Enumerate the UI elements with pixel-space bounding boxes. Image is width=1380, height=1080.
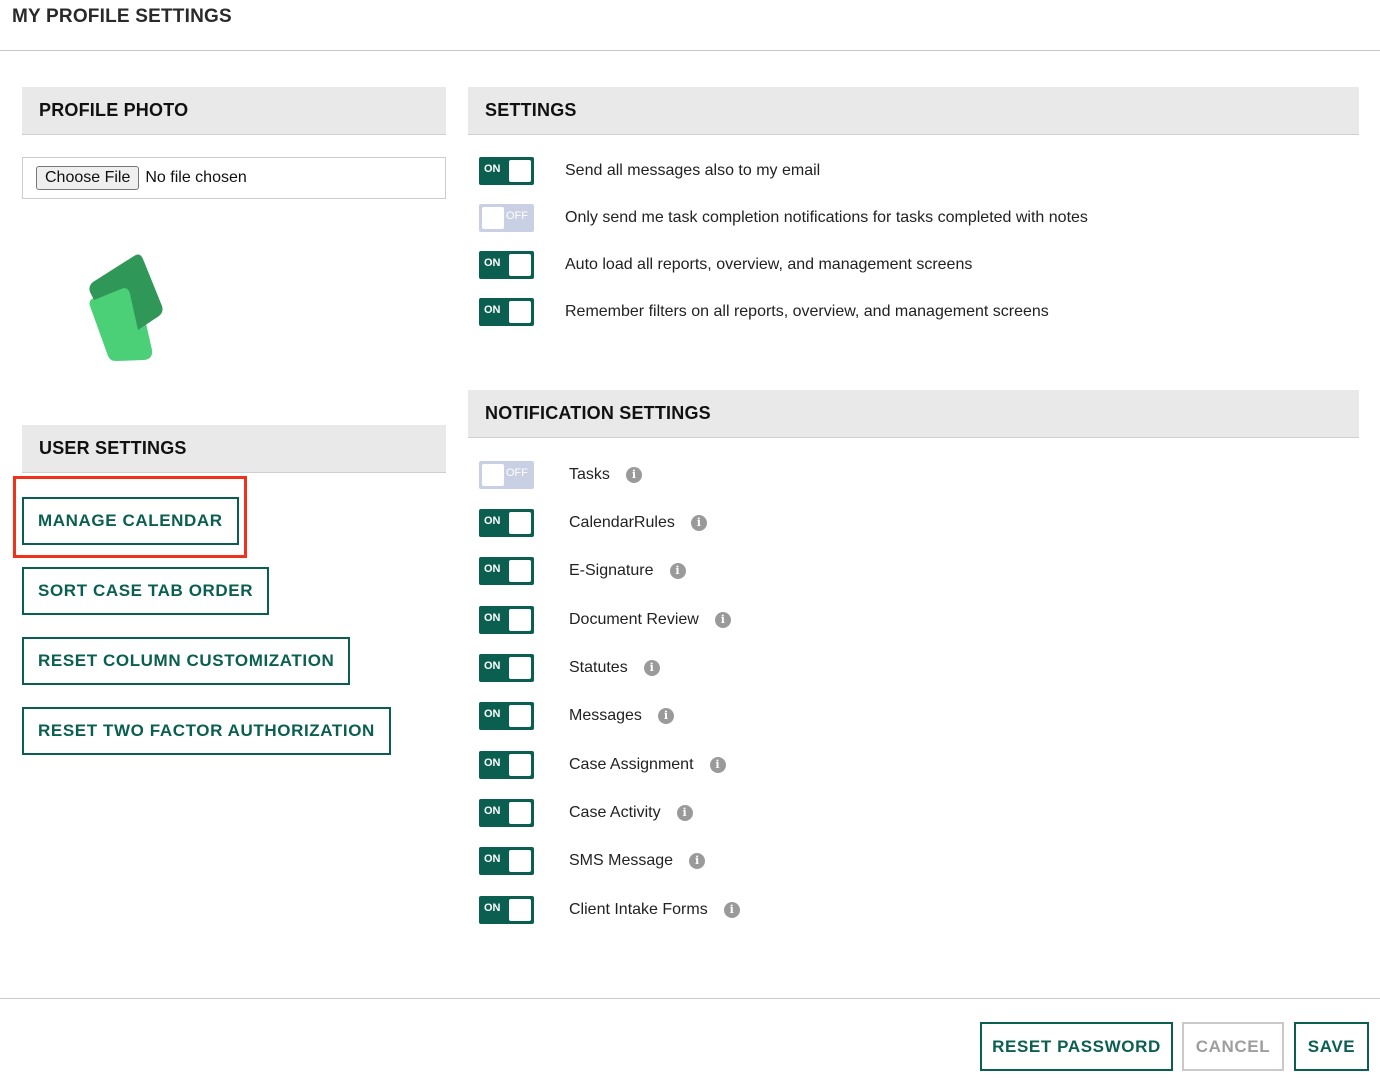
reset-column-customization-button[interactable]: RESET COLUMN CUSTOMIZATION: [22, 637, 351, 685]
settings-heading: SETTINGS: [468, 87, 1359, 135]
notification-toggle-esignature[interactable]: ON: [479, 557, 534, 585]
setting-toggle-auto-load[interactable]: ON: [479, 251, 534, 279]
toggle-state: ON: [484, 257, 501, 269]
toggle-knob: [509, 657, 531, 679]
notification-row: ON CalendarRules i: [479, 508, 707, 538]
toggle-knob: [509, 512, 531, 534]
toggle-knob: [482, 464, 504, 486]
notification-label: Statutes: [569, 659, 628, 676]
info-icon[interactable]: i: [723, 902, 740, 918]
notification-row: ON Client Intake Forms i: [479, 895, 740, 925]
notification-label: Client Intake Forms: [569, 901, 708, 918]
setting-row: OFF Only send me task completion notific…: [479, 203, 1088, 233]
file-input[interactable]: Choose File No file chosen: [22, 157, 446, 199]
save-button[interactable]: SAVE: [1294, 1022, 1369, 1071]
choose-file-button[interactable]: Choose File: [36, 166, 140, 190]
setting-row: ON Auto load all reports, overview, and …: [479, 250, 972, 280]
notification-row: OFF Tasks i: [479, 460, 642, 490]
setting-toggle-remember-filters[interactable]: ON: [479, 298, 534, 326]
setting-toggle-email[interactable]: ON: [479, 157, 534, 185]
profile-photo-logo: [89, 254, 163, 361]
notification-row: ON Case Activity i: [479, 798, 693, 828]
notification-toggle-sms-message[interactable]: ON: [479, 847, 534, 875]
toggle-state: ON: [484, 853, 501, 865]
notification-toggle-statutes[interactable]: ON: [479, 654, 534, 682]
notification-label: Messages: [569, 707, 642, 724]
toggle-state: ON: [484, 902, 501, 914]
notification-row: ON Document Review i: [479, 605, 731, 635]
setting-label: Only send me task completion notificatio…: [565, 209, 1088, 226]
toggle-state: ON: [484, 708, 501, 720]
notification-row: ON SMS Message i: [479, 846, 706, 876]
info-icon[interactable]: i: [643, 660, 660, 676]
toggle-knob: [509, 899, 531, 921]
manage-calendar-button[interactable]: MANAGE CALENDAR: [22, 497, 239, 545]
notification-toggle-tasks[interactable]: OFF: [479, 461, 534, 489]
toggle-state: ON: [484, 805, 501, 817]
notification-label: CalendarRules: [569, 514, 675, 531]
setting-label: Send all messages also to my email: [565, 162, 821, 179]
info-icon[interactable]: i: [689, 853, 706, 869]
notification-toggle-calendarrules[interactable]: ON: [479, 509, 534, 537]
notification-row: ON Messages i: [479, 701, 674, 731]
notification-toggle-client-intake-forms[interactable]: ON: [479, 896, 534, 924]
profile-photo-heading: PROFILE PHOTO: [22, 87, 446, 135]
setting-row: ON Send all messages also to my email: [479, 156, 820, 186]
reset-password-button[interactable]: RESET PASSWORD: [980, 1022, 1173, 1071]
sort-case-tab-order-button[interactable]: SORT CASE TAB ORDER: [22, 567, 270, 615]
toggle-state: ON: [484, 515, 501, 527]
toggle-state: ON: [484, 163, 501, 175]
setting-label: Remember filters on all reports, overvie…: [565, 303, 1049, 320]
toggle-knob: [509, 705, 531, 727]
toggle-knob: [509, 754, 531, 776]
toggle-knob: [509, 254, 531, 276]
info-icon[interactable]: i: [709, 757, 726, 773]
info-icon[interactable]: i: [690, 515, 707, 531]
setting-row: ON Remember filters on all reports, over…: [479, 297, 1049, 327]
notification-label: E-Signature: [569, 562, 654, 579]
toggle-knob: [509, 802, 531, 824]
toggle-state: ON: [484, 757, 501, 769]
notification-label: Case Assignment: [569, 756, 694, 773]
notification-row: ON E-Signature i: [479, 556, 686, 586]
footer-divider: [0, 998, 1380, 999]
notification-label: Case Activity: [569, 804, 661, 821]
notification-label: Document Review: [569, 611, 699, 628]
reset-two-factor-authorization-button[interactable]: RESET TWO FACTOR AUTHORIZATION: [22, 707, 391, 755]
info-icon[interactable]: i: [625, 467, 642, 483]
notification-toggle-document-review[interactable]: ON: [479, 606, 534, 634]
toggle-knob: [509, 609, 531, 631]
toggle-state: OFF: [506, 467, 528, 479]
notification-label: Tasks: [569, 466, 610, 483]
header-divider: [0, 50, 1380, 51]
toggle-knob: [509, 160, 531, 182]
page-title: MY PROFILE SETTINGS: [12, 6, 232, 27]
cancel-button[interactable]: CANCEL: [1182, 1022, 1284, 1071]
toggle-state: OFF: [506, 210, 528, 222]
setting-label: Auto load all reports, overview, and man…: [565, 256, 973, 273]
toggle-knob: [509, 301, 531, 323]
notification-row: ON Statutes i: [479, 653, 660, 683]
info-icon[interactable]: i: [669, 563, 686, 579]
info-icon[interactable]: i: [657, 708, 674, 724]
notification-settings-heading: NOTIFICATION SETTINGS: [468, 390, 1359, 438]
setting-toggle-task-notes[interactable]: OFF: [479, 204, 534, 232]
toggle-knob: [509, 850, 531, 872]
info-icon[interactable]: i: [676, 805, 693, 821]
user-settings-heading: USER SETTINGS: [22, 425, 446, 473]
file-status: No file chosen: [145, 169, 247, 186]
info-icon[interactable]: i: [714, 612, 731, 628]
notification-toggle-case-assignment[interactable]: ON: [479, 751, 534, 779]
toggle-state: ON: [484, 563, 501, 575]
notification-toggle-messages[interactable]: ON: [479, 702, 534, 730]
toggle-state: ON: [484, 660, 501, 672]
toggle-state: ON: [484, 612, 501, 624]
toggle-state: ON: [484, 304, 501, 316]
toggle-knob: [509, 560, 531, 582]
notification-label: SMS Message: [569, 852, 674, 869]
notification-row: ON Case Assignment i: [479, 750, 726, 780]
notification-toggle-case-activity[interactable]: ON: [479, 799, 534, 827]
toggle-knob: [482, 207, 504, 229]
